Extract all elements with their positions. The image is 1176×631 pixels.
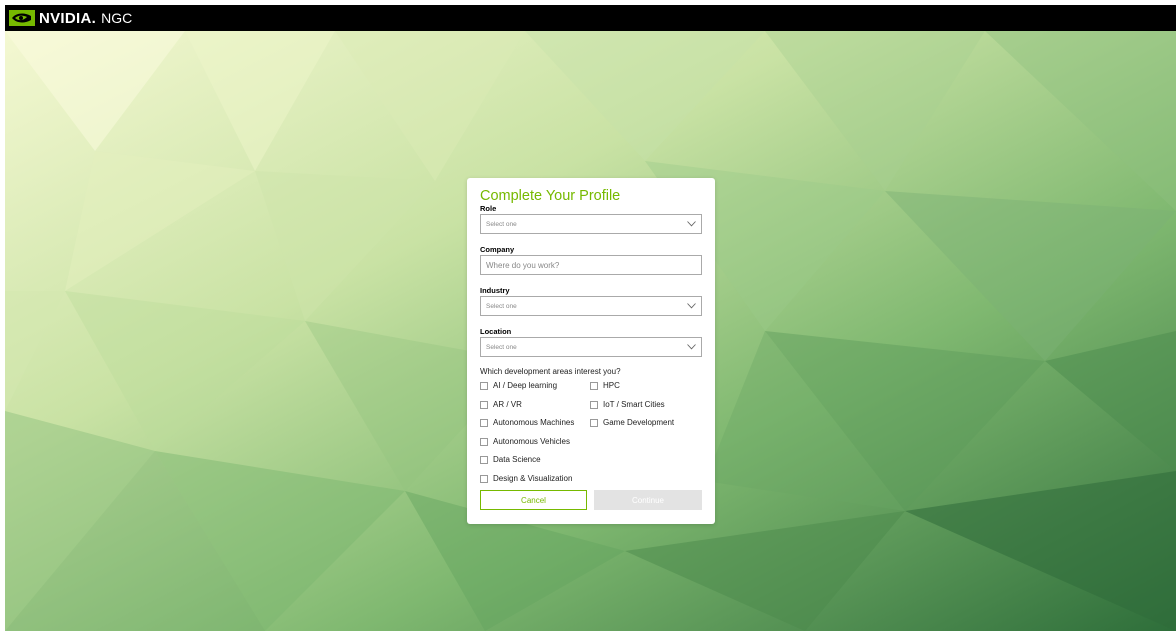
- app-frame: NVIDIA. NGC Complete Your Profile Role S…: [5, 5, 1176, 631]
- checkbox-iot-smart-cities[interactable]: IoT / Smart Cities: [590, 400, 665, 409]
- checkbox-box[interactable]: [590, 381, 598, 390]
- top-navbar: NVIDIA. NGC: [5, 5, 1176, 31]
- checkbox-hpc[interactable]: HPC: [590, 381, 620, 390]
- company-input-placeholder: Where do you work?: [486, 260, 560, 270]
- location-select[interactable]: Select one: [480, 337, 702, 357]
- nvidia-logo[interactable]: NVIDIA. NGC: [9, 5, 132, 31]
- industry-select-value: Select one: [486, 302, 517, 310]
- checkbox-label: AR / VR: [493, 400, 522, 409]
- role-label: Role: [480, 204, 497, 213]
- checkbox-label: IoT / Smart Cities: [603, 400, 665, 409]
- checkbox-autonomous-vehicles[interactable]: Autonomous Vehicles: [480, 437, 570, 446]
- checkbox-label: Data Science: [493, 455, 541, 464]
- continue-button[interactable]: Continue: [594, 490, 702, 510]
- checkbox-box[interactable]: [480, 474, 488, 483]
- checkbox-design-visualization[interactable]: Design & Visualization: [480, 474, 572, 483]
- checkbox-label: AI / Deep learning: [493, 381, 558, 390]
- brand-name: NVIDIA.: [39, 9, 97, 27]
- development-areas-question: Which development areas interest you?: [480, 367, 621, 376]
- product-name: NGC: [101, 10, 133, 26]
- nvidia-eye-icon: [9, 10, 35, 26]
- location-label: Location: [480, 327, 512, 336]
- checkbox-label: Autonomous Vehicles: [493, 437, 570, 446]
- development-areas-checklist: AI / Deep learning HPC AR / VR IoT / Sma…: [480, 381, 702, 505]
- checkbox-box[interactable]: [480, 400, 488, 409]
- company-input[interactable]: Where do you work?: [480, 255, 702, 275]
- checkbox-ar-vr[interactable]: AR / VR: [480, 400, 522, 409]
- checkbox-data-science[interactable]: Data Science: [480, 455, 541, 464]
- dialog-actions: Cancel Continue: [480, 490, 702, 510]
- checkbox-label: Design & Visualization: [493, 474, 573, 483]
- checkbox-box[interactable]: [480, 418, 488, 427]
- checkbox-box[interactable]: [590, 400, 598, 409]
- company-label: Company: [480, 245, 515, 254]
- chevron-down-icon: [686, 301, 696, 311]
- role-select[interactable]: Select one: [480, 214, 702, 234]
- checkbox-box[interactable]: [480, 381, 488, 390]
- checkbox-label: Autonomous Machines: [493, 418, 575, 427]
- complete-profile-dialog: Complete Your Profile Role Select one Co…: [467, 178, 715, 524]
- checkbox-ai-deep-learning[interactable]: AI / Deep learning: [480, 381, 557, 390]
- industry-select[interactable]: Select one: [480, 296, 702, 316]
- checkbox-box[interactable]: [590, 418, 598, 427]
- industry-label: Industry: [480, 286, 510, 295]
- chevron-down-icon: [686, 342, 696, 352]
- checkbox-label: HPC: [603, 381, 620, 390]
- checkbox-label: Game Development: [603, 418, 675, 427]
- cancel-button[interactable]: Cancel: [480, 490, 587, 510]
- dialog-title: Complete Your Profile: [480, 188, 621, 204]
- location-select-value: Select one: [486, 343, 517, 351]
- checkbox-box[interactable]: [480, 455, 488, 464]
- chevron-down-icon: [686, 219, 696, 229]
- checkbox-box[interactable]: [480, 437, 488, 446]
- checkbox-autonomous-machines[interactable]: Autonomous Machines: [480, 418, 574, 427]
- checkbox-game-development[interactable]: Game Development: [590, 418, 674, 427]
- role-select-value: Select one: [486, 220, 517, 228]
